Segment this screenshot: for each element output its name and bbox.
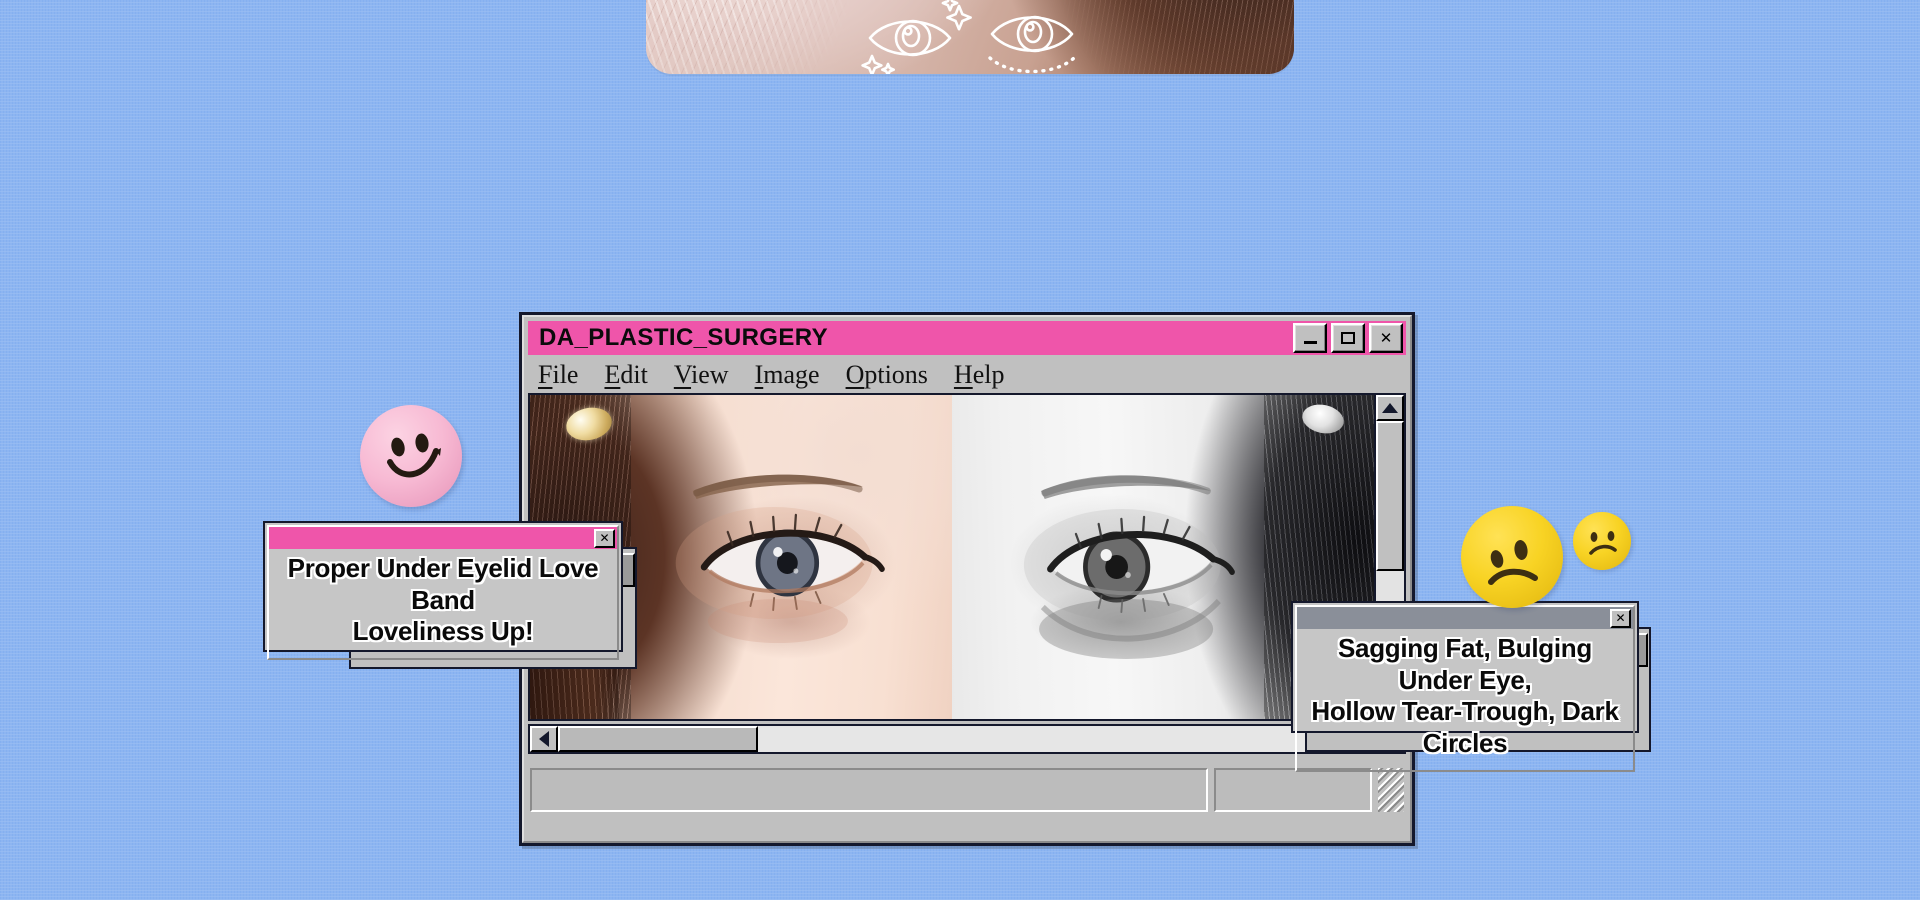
dialog-after-body: Sagging Fat, Bulging Under Eye, Hollow T…	[1297, 629, 1633, 770]
menu-bar[interactable]: File Edit View Image Options Help	[528, 355, 1406, 393]
maximize-button[interactable]	[1331, 323, 1365, 353]
dialog-after[interactable]: ✕ Sagging Fat, Bulging Under Eye, Hollow…	[1291, 601, 1639, 733]
window-controls: ✕	[1293, 323, 1403, 353]
image-canvas[interactable]	[528, 393, 1376, 721]
status-panel-left	[530, 768, 1208, 812]
image-viewport-area	[528, 393, 1406, 721]
minimize-button[interactable]	[1293, 323, 1327, 353]
sparkle-eye-icon	[858, 0, 978, 74]
dialog-before-stack: ✕ Proper Under Eyelid Love Band Loveline…	[263, 521, 643, 671]
dialog-after-stack: ✕ Sagging Fat, Bulging Under Eye, Hollow…	[1291, 601, 1671, 756]
pink-smiley-face-sticker	[360, 405, 462, 507]
horizontal-scroll-thumb[interactable]	[558, 726, 758, 752]
dialog-before-body: Proper Under Eyelid Love Band Loveliness…	[269, 549, 617, 658]
horizontal-scroll-track[interactable]	[758, 726, 1376, 752]
main-window[interactable]: DA_PLASTIC_SURGERY ✕ File Edit View Imag…	[519, 312, 1415, 846]
dialog-before-close-icon[interactable]: ✕	[594, 529, 615, 548]
menu-item-options[interactable]: Options	[846, 362, 928, 388]
close-button[interactable]: ✕	[1369, 323, 1403, 353]
horizontal-scrollbar[interactable]	[528, 724, 1406, 754]
menu-item-view[interactable]: View	[674, 362, 729, 388]
dialog-before-line1: Proper Under Eyelid Love Band	[283, 553, 603, 616]
window-titlebar[interactable]: DA_PLASTIC_SURGERY ✕	[528, 321, 1406, 355]
sad-face-icon	[1461, 506, 1563, 608]
menu-item-file[interactable]: File	[538, 362, 578, 388]
yellow-sad-face-sticker-small	[1573, 512, 1631, 570]
status-panel-right	[1214, 768, 1372, 812]
window-title: DA_PLASTIC_SURGERY	[539, 324, 828, 352]
menu-item-edit[interactable]: Edit	[604, 362, 647, 388]
close-icon: ✕	[1380, 331, 1393, 346]
dialog-after-close-icon[interactable]: ✕	[1610, 609, 1631, 628]
sad-face-icon-small	[1573, 512, 1631, 570]
scroll-left-button[interactable]	[530, 726, 558, 752]
scroll-up-button[interactable]	[1376, 395, 1404, 421]
yellow-sad-face-sticker-large	[1461, 506, 1563, 608]
dialog-after-line1: Sagging Fat, Bulging Under Eye,	[1311, 633, 1619, 696]
banner-knit-texture	[646, 0, 892, 74]
status-bar	[528, 762, 1406, 818]
vertical-scroll-thumb[interactable]	[1376, 421, 1404, 571]
dotted-undereye-eye-icon	[984, 0, 1094, 74]
resize-grip-icon[interactable]	[1378, 768, 1404, 812]
dialog-after-titlebar[interactable]: ✕	[1297, 607, 1633, 629]
menu-item-help[interactable]: Help	[954, 362, 1005, 388]
dialog-before[interactable]: ✕ Proper Under Eyelid Love Band Loveline…	[263, 521, 623, 652]
smiley-face-icon	[360, 405, 462, 507]
dialog-before-titlebar[interactable]: ✕	[269, 527, 617, 549]
dialog-before-line2: Loveliness Up!	[283, 616, 603, 648]
dialog-after-line2: Hollow Tear-Trough, Dark Circles	[1311, 696, 1619, 759]
menu-item-image[interactable]: Image	[755, 362, 820, 388]
eye-care-photo-banner	[646, 0, 1294, 74]
